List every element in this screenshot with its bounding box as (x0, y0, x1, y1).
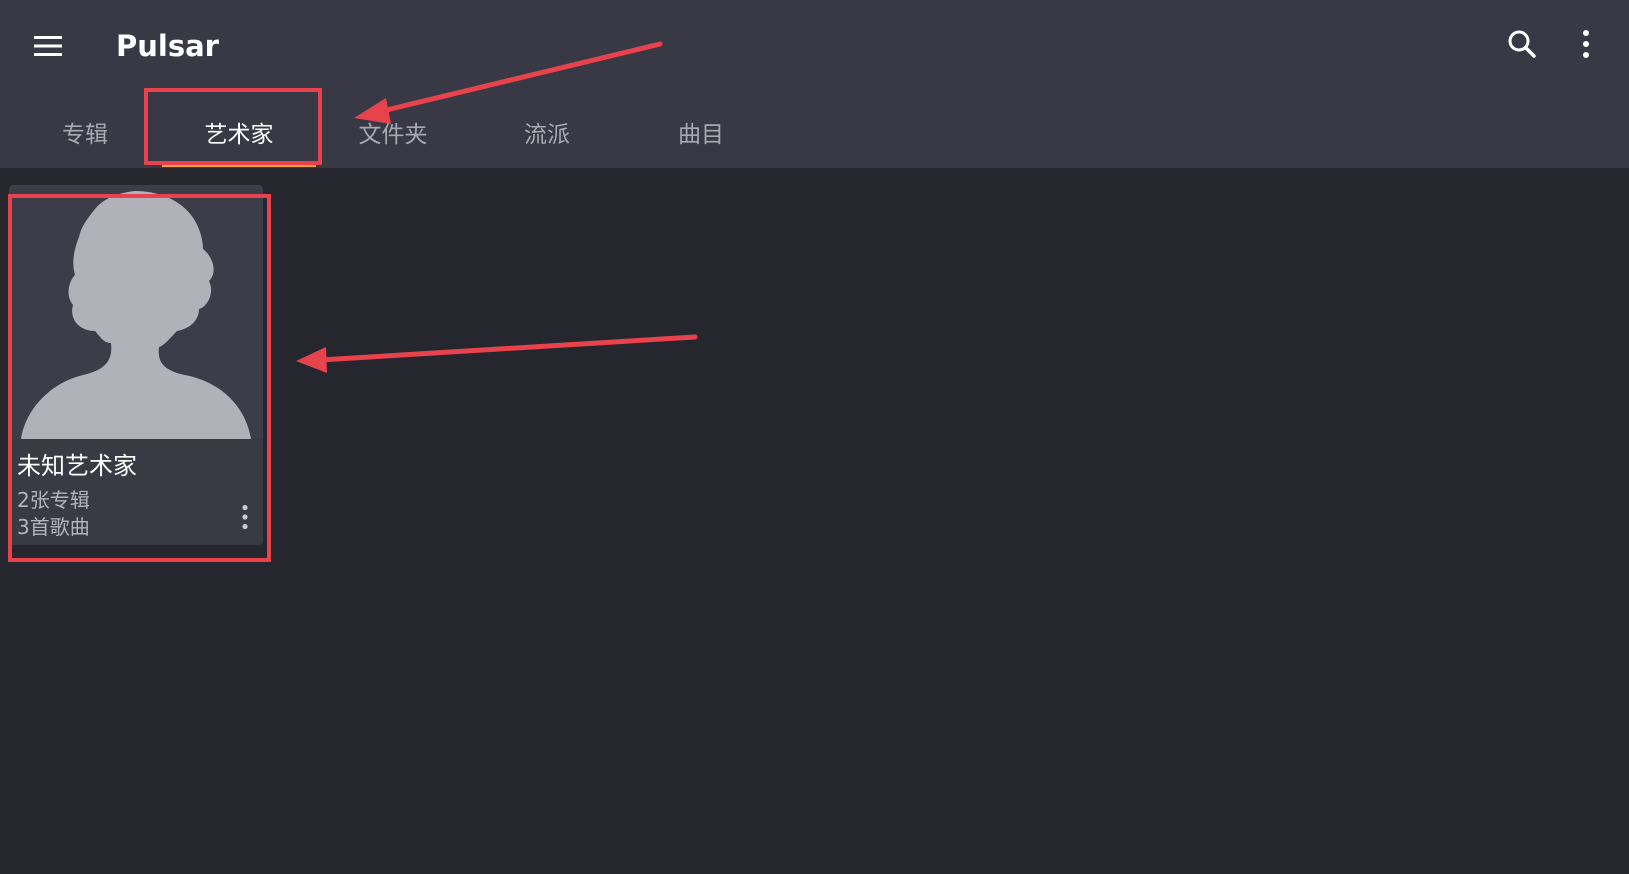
tab-albums[interactable]: 专辑 (8, 96, 162, 168)
app-title: Pulsar (116, 29, 219, 63)
vertical-ellipsis-icon (1583, 30, 1589, 58)
app-window: Pulsar 专辑 艺术家 文件夹 流派 曲目 未知艺术家 2张专辑 3首歌曲 (0, 0, 1629, 874)
artist-image (9, 185, 263, 439)
active-tab-indicator (162, 163, 316, 167)
tab-artists[interactable]: 艺术家 (162, 96, 316, 168)
hamburger-menu-icon (34, 36, 62, 56)
artist-song-count: 3首歌曲 (17, 515, 90, 539)
search-button[interactable] (1502, 24, 1542, 64)
tab-bar: 专辑 艺术家 文件夹 流派 曲目 (0, 96, 1629, 168)
top-app-bar: Pulsar 专辑 艺术家 文件夹 流派 曲目 (0, 0, 1629, 168)
artist-card[interactable]: 未知艺术家 2张专辑 3首歌曲 (9, 185, 263, 545)
arrow-to-card (296, 334, 698, 373)
tab-tracks[interactable]: 曲目 (624, 96, 778, 168)
vertical-ellipsis-icon (242, 504, 248, 530)
artist-card-info: 未知艺术家 2张专辑 3首歌曲 (9, 439, 263, 545)
person-silhouette-icon (21, 191, 251, 439)
overflow-menu-button[interactable] (1568, 24, 1604, 64)
search-icon (1508, 30, 1536, 58)
artist-name: 未知艺术家 (17, 452, 137, 480)
menu-button[interactable] (28, 26, 68, 66)
tab-folders[interactable]: 文件夹 (316, 96, 470, 168)
artist-more-button[interactable] (235, 499, 255, 535)
tab-genres[interactable]: 流派 (470, 96, 624, 168)
artist-album-count: 2张专辑 (17, 488, 90, 512)
